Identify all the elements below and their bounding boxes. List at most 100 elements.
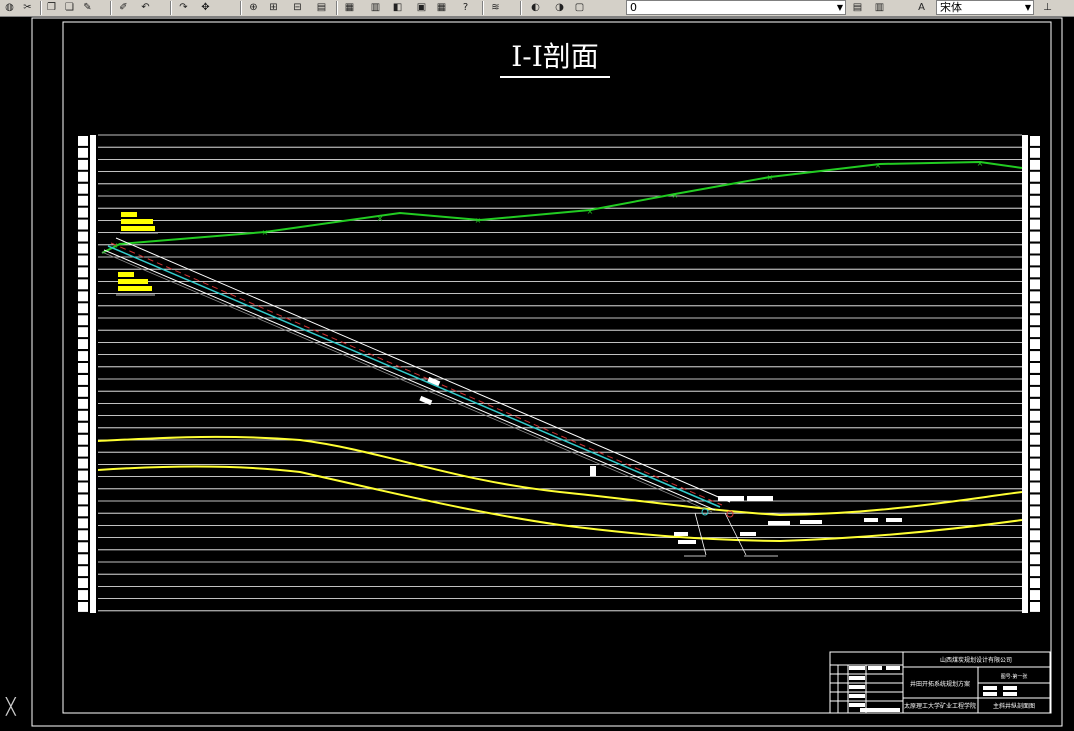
scale-tick-left: [78, 375, 88, 385]
seam-line-upper: [97, 435, 1023, 517]
scale-tick-left: [78, 303, 88, 314]
properties-icon[interactable]: ▤: [314, 1, 329, 15]
scale-tick-right: [1030, 195, 1040, 206]
scale-tick-left: [78, 398, 88, 409]
scale-tick-left: [78, 422, 88, 433]
scale-tick-right: [1030, 339, 1040, 349]
cad-drawing-canvas[interactable]: Ⅰ-Ⅰ剖面 ×× ××××× ×× 山西煤炭规划设计有限公司 井田开拓系统规划方…: [0, 17, 1074, 731]
scale-tick-left: [78, 363, 88, 373]
scale-tick-left: [78, 291, 88, 302]
scale-tick-left: [78, 590, 88, 600]
scale-tick-right: [1030, 303, 1040, 314]
font-combo[interactable]: 宋体 ▼: [936, 0, 1034, 15]
scale-tick-left: [78, 243, 88, 254]
dimension-style-icon[interactable]: ⊥: [1040, 1, 1055, 15]
copy-icon[interactable]: ❐: [44, 1, 59, 15]
scale-tick-left: [78, 279, 88, 290]
toolbar-separator: [240, 1, 242, 15]
pan-realtime-icon[interactable]: ✥: [198, 1, 213, 15]
title-block-company: 山西煤炭规划设计有限公司: [940, 656, 1012, 664]
title-block-drawing-no: 图号-第一张: [1001, 673, 1028, 680]
survey-mark: ×: [377, 214, 384, 223]
layer-walk-icon[interactable]: ▥: [872, 1, 887, 15]
drawing-title: Ⅰ-Ⅰ剖面: [511, 40, 599, 73]
scale-tick-left: [78, 482, 88, 493]
layer-combo[interactable]: 0 ▼: [626, 0, 846, 15]
title-block-project: 井田开拓系统规划方案: [910, 680, 970, 688]
scale-tick-right: [1030, 231, 1040, 242]
scale-tick-left: [78, 566, 88, 577]
scale-tick-right: [1030, 422, 1040, 433]
scale-bar-right: [1022, 135, 1028, 613]
layer-manager-icon[interactable]: ≋: [488, 1, 503, 15]
bulb-icon[interactable]: ◑: [552, 1, 567, 15]
undo-icon[interactable]: ↶: [138, 1, 153, 15]
scale-tick-right: [1030, 267, 1040, 278]
scale-tick-right: [1030, 171, 1040, 182]
scale-tick-right: [1030, 578, 1040, 588]
scale-tick-left: [78, 231, 88, 242]
calculator-icon[interactable]: ▦: [434, 1, 449, 15]
title-block: 山西煤炭规划设计有限公司 井田开拓系统规划方案 图号-第一张 太原理工大学矿业工…: [829, 651, 1051, 714]
toolbar-separator: [170, 1, 172, 15]
cut-icon[interactable]: ✂: [20, 1, 35, 15]
scale-tick-right: [1030, 351, 1040, 361]
design-center-icon[interactable]: ▦: [342, 1, 357, 15]
scale-tick-left: [78, 578, 88, 588]
survey-mark: ×: [475, 216, 482, 225]
scale-tick-left: [78, 255, 88, 266]
cad-toolbar: ◍ ✂ ❐ ❏ ✎ ✐ ↶ ↷ ✥ ⊕ ⊞ ⊟ ▤ ▦ ▥ ◧ ▣ ▦? ≋ ◐ ◑ ▢ ▤ ▥ A ⊥ 0 ▼ 宋体 ▼: [0, 0, 1074, 17]
scale-tick-right: [1030, 482, 1040, 493]
freeze-icon[interactable]: ▢: [572, 1, 587, 15]
chevron-down-icon[interactable]: ▼: [1025, 1, 1031, 14]
scale-tick-left: [78, 195, 88, 206]
scale-tick-right: [1030, 602, 1040, 612]
layer-combo-value: 0: [630, 1, 637, 14]
scale-tick-left: [78, 171, 88, 182]
layer-previous-icon[interactable]: ▤: [850, 1, 865, 15]
zoom-realtime-icon[interactable]: ⊕: [246, 1, 261, 15]
title-block-drawing-name: 主斜井纵剖面图: [993, 702, 1035, 710]
scale-tick-left: [78, 458, 88, 469]
layer-state-icon[interactable]: ◐: [528, 1, 543, 15]
scale-tick-left: [78, 207, 88, 218]
scale-tick-left: [78, 494, 88, 505]
scale-tick-right: [1030, 566, 1040, 577]
scale-tick-right: [1030, 159, 1040, 170]
match-properties-icon[interactable]: ✎: [80, 1, 95, 15]
scale-tick-left: [78, 530, 88, 541]
outer-frame: [31, 17, 1063, 727]
pan-icon[interactable]: ◍: [2, 1, 17, 15]
zoom-previous-icon[interactable]: ⊟: [290, 1, 305, 15]
scale-tick-left: [78, 351, 88, 361]
scale-tick-right: [1030, 243, 1040, 254]
tool-palettes-icon[interactable]: ▥: [368, 1, 383, 15]
sheet-set-icon[interactable]: ◧: [390, 1, 405, 15]
paste-icon[interactable]: ❏: [62, 1, 77, 15]
ground-surface-line: [101, 160, 1023, 254]
scale-tick-right: [1030, 518, 1040, 529]
bottom-annotations: [674, 496, 902, 557]
markup-icon[interactable]: ▣: [414, 1, 429, 15]
scale-tick-right: [1030, 386, 1040, 397]
help-icon[interactable]: ?: [458, 1, 473, 15]
brush-icon[interactable]: ✐: [116, 1, 131, 15]
toolbar-separator: [482, 1, 484, 15]
scale-tick-left: [78, 136, 88, 146]
scale-tick-right: [1030, 398, 1040, 409]
zoom-window-icon[interactable]: ⊞: [266, 1, 281, 15]
inner-frame: [62, 21, 1052, 714]
scale-tick-right: [1030, 434, 1040, 445]
chevron-down-icon[interactable]: ▼: [837, 1, 843, 14]
scale-tick-right: [1030, 506, 1040, 517]
shaft-label-tag: [590, 466, 596, 476]
scale-tick-left: [78, 159, 88, 170]
scale-tick-right: [1030, 542, 1040, 553]
elevation-scales: [78, 135, 1040, 613]
survey-mark: ×: [672, 191, 679, 200]
scale-tick-right: [1030, 494, 1040, 505]
scale-tick-right: [1030, 470, 1040, 481]
text-style-icon[interactable]: A: [914, 1, 929, 15]
redo-icon[interactable]: ↷: [176, 1, 191, 15]
scale-tick-right: [1030, 219, 1040, 230]
